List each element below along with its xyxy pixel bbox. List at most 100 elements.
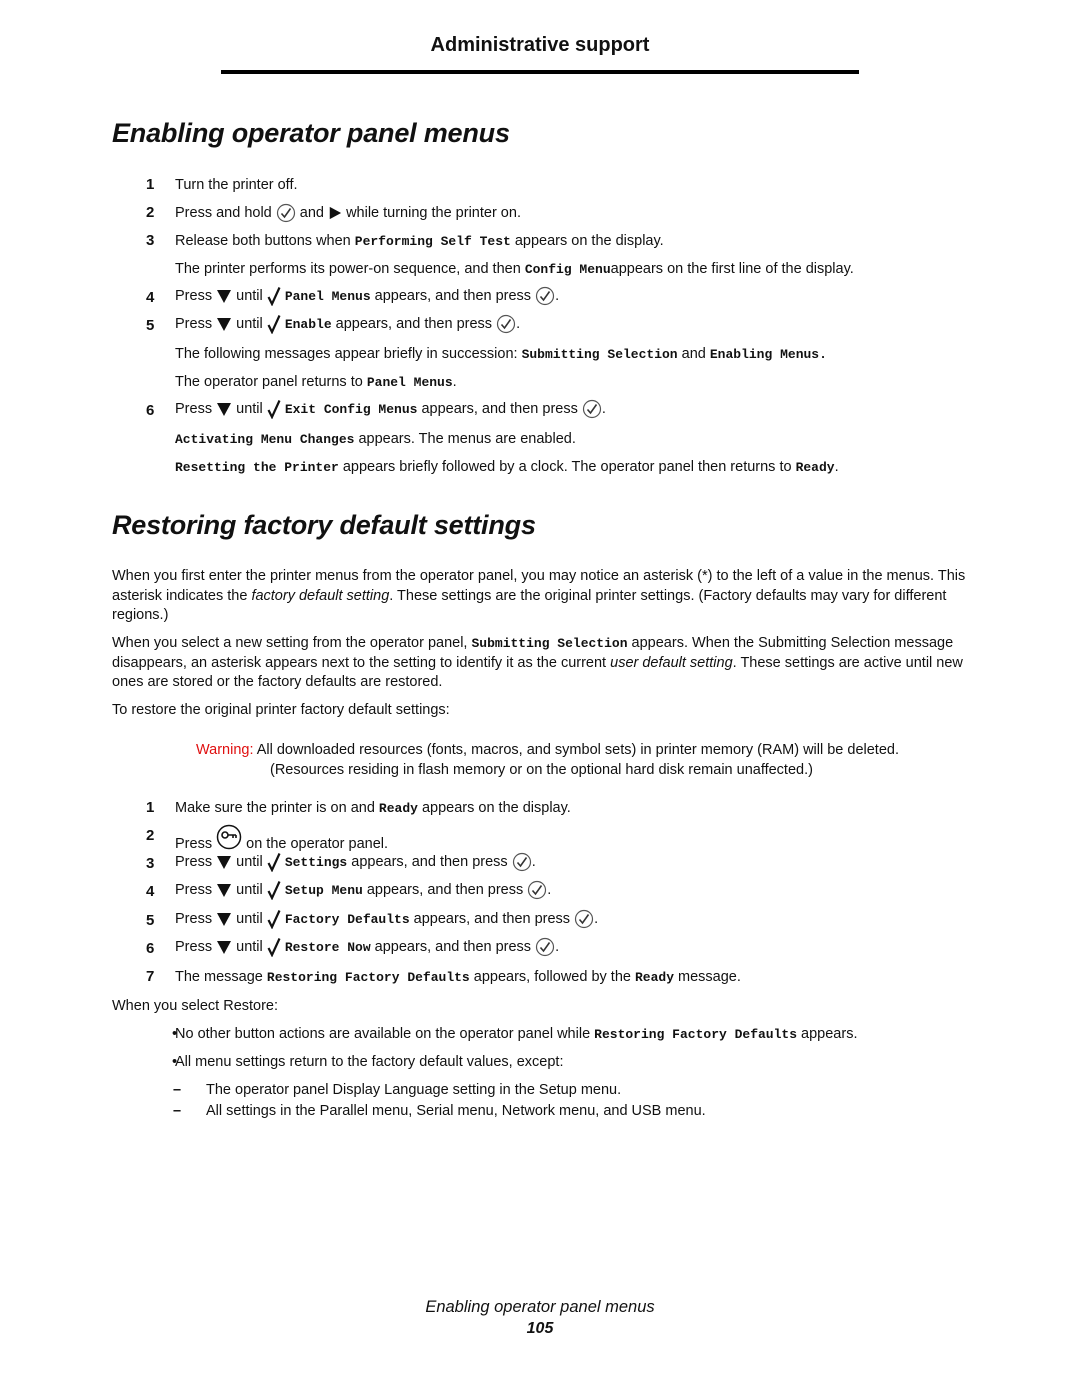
step-number: 2 <box>146 827 155 844</box>
down-arrow-icon <box>216 939 232 955</box>
step-number: 5 <box>146 317 155 334</box>
step-text-post: appears, and then press <box>335 316 493 332</box>
bullet-item: All menu settings return to the factory … <box>175 1054 564 1070</box>
step-text-pre: Press <box>175 288 213 304</box>
step-note: The printer performs its power-on sequen… <box>175 259 854 280</box>
step-text-until: until <box>236 882 263 898</box>
note-text: appears on the first line of the display… <box>610 261 854 277</box>
checkmark-icon <box>267 880 281 900</box>
display-message: Activating Menu Changes <box>175 432 355 447</box>
step-note: Resetting the Printer appears briefly fo… <box>175 457 839 478</box>
step-note: The operator panel returns to Panel Menu… <box>175 372 457 393</box>
warning-block: Warning: All downloaded resources (fonts… <box>196 740 976 780</box>
step-text-pre: The message <box>175 969 263 985</box>
display-message: Ready <box>378 801 418 816</box>
checkmark-icon <box>267 314 281 334</box>
step-text-mid: appears, followed by the <box>473 969 631 985</box>
step-text: Press until Restore Now appears, and the… <box>175 937 559 958</box>
step-text-post: appears, and then press <box>421 401 578 417</box>
warning-label: Warning: <box>196 742 254 758</box>
step-number: 5 <box>146 912 155 929</box>
step-number: 4 <box>146 289 155 306</box>
bullet-text: No other button actions are available on… <box>175 1026 591 1042</box>
step-number: 3 <box>146 232 155 249</box>
display-message: Exit Config Menus <box>284 402 418 417</box>
step-text-until: until <box>236 854 263 870</box>
note-text: appears briefly followed by a clock. The… <box>342 459 792 475</box>
step-text: The message Restoring Factory Defaults a… <box>175 967 741 988</box>
step-text-end: . <box>516 316 521 332</box>
display-message: Ready <box>634 970 674 985</box>
step-number: 1 <box>146 799 155 816</box>
step-text: Press until Setup Menu appears, and then… <box>175 880 551 901</box>
step-text-post: appears, and then press <box>374 939 532 955</box>
select-button-icon <box>496 314 516 334</box>
display-message: Resetting the Printer <box>175 460 339 475</box>
step-text-pre: Press <box>175 911 213 927</box>
sub-bullet-item: All settings in the Parallel menu, Seria… <box>206 1103 706 1119</box>
step-text: Press until Factory Defaults appears, an… <box>175 909 598 930</box>
select-button-icon <box>582 399 602 419</box>
step-text-end: . <box>547 882 552 898</box>
step-number: 4 <box>146 883 155 900</box>
display-message: Factory Defaults <box>284 912 410 927</box>
down-arrow-icon <box>216 316 232 332</box>
step-number: 7 <box>146 968 155 985</box>
display-message: Setup Menu <box>284 883 363 898</box>
step-text-post: appears, and then press <box>413 911 571 927</box>
step-number: 3 <box>146 855 155 872</box>
display-message: Restoring Factory Defaults <box>594 1027 798 1042</box>
display-message: Enable <box>284 317 332 332</box>
down-arrow-icon <box>216 288 232 304</box>
step-text-post: while turning the printer on. <box>346 205 521 221</box>
display-message: Performing Self Test <box>354 234 511 249</box>
checkmark-icon <box>267 399 281 419</box>
step-text-post: appears, and then press <box>351 854 508 870</box>
note-text: The operator panel returns to <box>175 374 363 390</box>
step-text-end: . <box>555 939 560 955</box>
section-title-restoring-defaults: Restoring factory default settings <box>112 510 536 540</box>
select-button-icon <box>276 203 296 223</box>
para-emphasis: user default setting <box>610 654 733 671</box>
step-text-pre: Press and hold <box>175 205 272 221</box>
step-text-until: until <box>236 939 263 955</box>
display-message: Restoring Factory Defaults <box>266 970 470 985</box>
paragraph-user-default: When you select a new setting from the o… <box>112 634 972 693</box>
display-message: Panel Menus <box>284 289 371 304</box>
sub-bullet-marker: – <box>173 1082 182 1098</box>
step-text-pre: Press <box>175 401 213 417</box>
menu-key-icon <box>216 824 242 850</box>
step-text: Press until Panel Menus appears, and the… <box>175 286 559 307</box>
step-text-end: . <box>601 401 606 417</box>
down-arrow-icon <box>216 854 232 870</box>
display-message: Panel Menus <box>366 375 453 390</box>
step-number: 1 <box>146 176 155 193</box>
step-text-end: . <box>531 854 536 870</box>
checkmark-icon <box>267 852 281 872</box>
step-text-pre: Press <box>175 854 213 870</box>
step-text-post: appears, and then press <box>374 288 532 304</box>
down-arrow-icon <box>216 401 232 417</box>
select-button-icon <box>535 286 555 306</box>
checkmark-icon <box>267 937 281 957</box>
step-text-post: appears on the display. <box>514 233 664 249</box>
right-arrow-icon <box>328 205 342 221</box>
down-arrow-icon <box>216 911 232 927</box>
display-message: Enabling Menus. <box>709 347 827 362</box>
display-message: Restore Now <box>284 940 371 955</box>
note-text: and <box>681 346 706 362</box>
step-number: 6 <box>146 940 155 957</box>
step-text-end: . <box>555 288 560 304</box>
bullet-item: No other button actions are available on… <box>175 1024 857 1045</box>
para-emphasis: factory default setting <box>251 587 390 604</box>
step-text-post: appears on the display. <box>421 800 571 816</box>
step-text: Press and hold and while turning the pri… <box>175 203 521 223</box>
note-text: The following messages appear briefly in… <box>175 346 518 362</box>
select-button-icon <box>527 880 547 900</box>
sub-bullet-marker: – <box>173 1103 182 1119</box>
step-text-end: . <box>594 911 599 927</box>
paragraph-restore-intro: To restore the original printer factory … <box>112 702 450 718</box>
section-title-enabling-menus: Enabling operator panel menus <box>112 118 510 148</box>
section-header: Administrative support <box>430 34 650 56</box>
step-text: Press until Settings appears, and then p… <box>175 852 536 873</box>
